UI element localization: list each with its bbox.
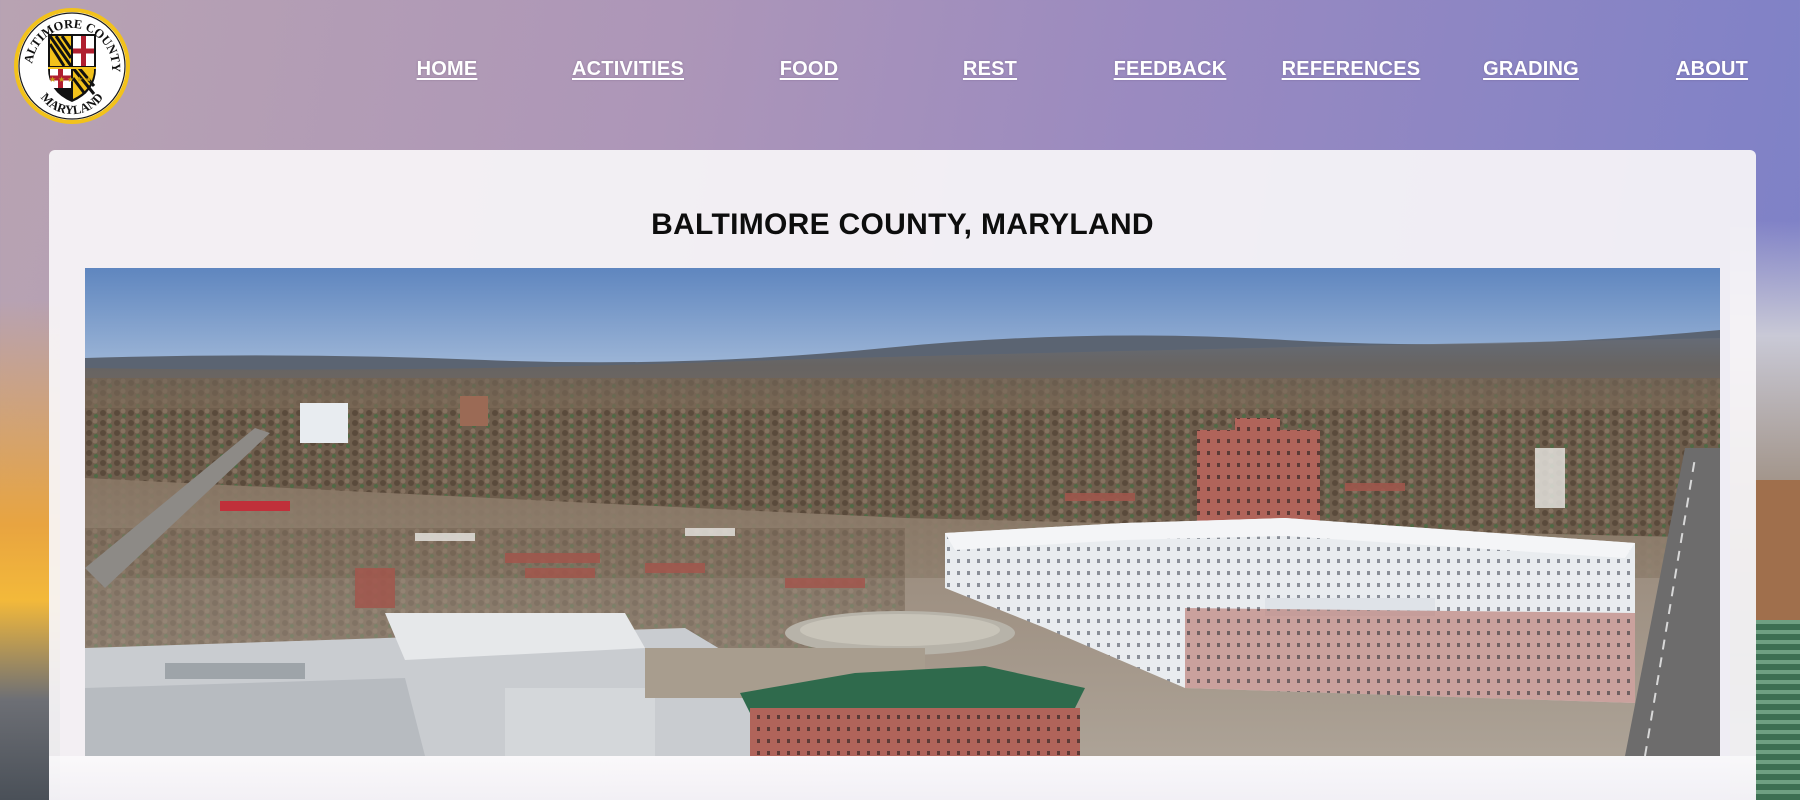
- card-lower-fade: [49, 756, 1756, 800]
- nav-activities[interactable]: ACTIVITIES: [572, 58, 684, 81]
- nav-about[interactable]: ABOUT: [1676, 58, 1748, 81]
- nav-grading[interactable]: GRADING: [1483, 58, 1579, 81]
- nav-rest[interactable]: REST: [963, 58, 1017, 81]
- nav-food[interactable]: FOOD: [780, 58, 839, 81]
- nav-feedback[interactable]: FEEDBACK: [1114, 58, 1227, 81]
- main-navigation: HOME ACTIVITIES FOOD REST FEEDBACK REFER…: [0, 58, 1800, 88]
- nav-home[interactable]: HOME: [417, 58, 478, 81]
- main-content-card: BALTIMORE COUNTY, MARYLAND: [49, 150, 1756, 800]
- nav-references[interactable]: REFERENCES: [1282, 58, 1421, 81]
- hero-aerial-photo: [85, 268, 1720, 756]
- page-title: BALTIMORE COUNTY, MARYLAND: [651, 208, 1154, 241]
